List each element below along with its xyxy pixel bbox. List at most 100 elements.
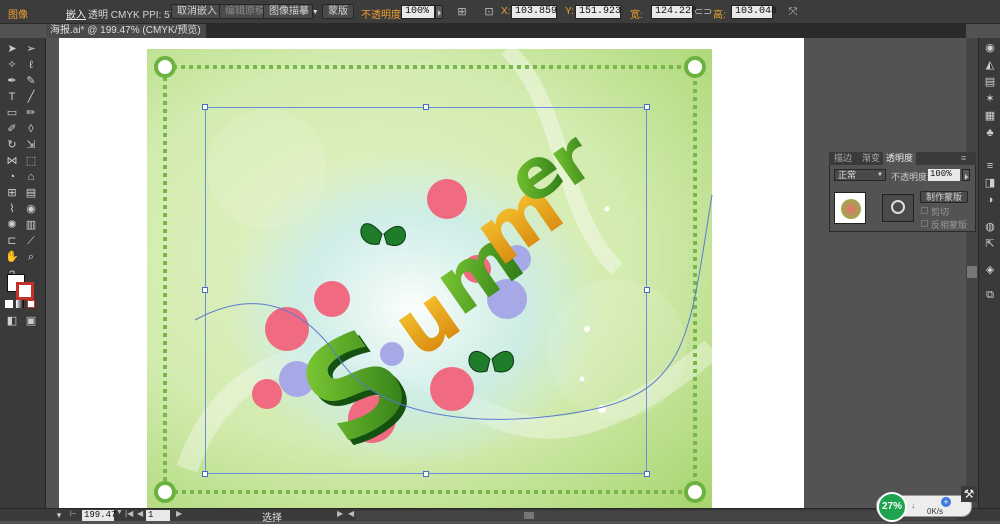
- selection-handle[interactable]: [423, 104, 429, 110]
- zoom-tool-icon[interactable]: ⌕: [24, 250, 38, 264]
- selection-handle[interactable]: [202, 471, 208, 477]
- tab-transparency[interactable]: 透明度: [883, 152, 917, 165]
- perspective-grid-icon[interactable]: ⌂: [24, 170, 38, 184]
- invert-mask-checkbox[interactable]: [921, 220, 928, 227]
- first-artboard-icon[interactable]: |◀: [125, 509, 133, 518]
- export-icon[interactable]: ⇱: [983, 237, 997, 251]
- blend-tool-icon[interactable]: ◉: [24, 202, 38, 216]
- free-transform-icon[interactable]: ⬚: [24, 154, 38, 168]
- none-swatch-icon[interactable]: [5, 300, 13, 308]
- transform-icon[interactable]: ⤧: [786, 5, 800, 19]
- wrench-icon[interactable]: ⚒: [961, 486, 977, 502]
- symbol-sprayer-icon[interactable]: ✺: [5, 218, 19, 232]
- document-tab[interactable]: 海报.ai* @ 199.47% (CMYK/预览): [46, 24, 206, 38]
- slice-tool-icon[interactable]: ⟋: [24, 234, 38, 248]
- chevron-left-icon[interactable]: ⊢: [70, 509, 77, 518]
- layers-icon[interactable]: ◈: [983, 263, 997, 277]
- artboards-icon[interactable]: ⧉: [983, 288, 997, 302]
- curvature-tool-icon[interactable]: ✎: [24, 74, 38, 88]
- screen-mode-icon[interactable]: ▣: [24, 314, 38, 328]
- make-mask-button[interactable]: 制作蒙版: [920, 191, 969, 203]
- style-icon[interactable]: ⊞: [455, 5, 469, 19]
- blend-mode-select[interactable]: 正常 ▼: [834, 169, 886, 181]
- panel-opacity-field[interactable]: 100%: [928, 169, 960, 181]
- hand-tool-icon[interactable]: ✋: [5, 250, 19, 264]
- gradient-swatch-icon[interactable]: [16, 300, 24, 308]
- rectangle-tool-icon[interactable]: ▭: [5, 106, 19, 120]
- height-field[interactable]: 103.048: [731, 5, 777, 19]
- x-field[interactable]: 103.859: [511, 5, 557, 19]
- swatches-icon[interactable]: ▦: [983, 109, 997, 123]
- scale-tool-icon[interactable]: ⇲: [24, 138, 38, 152]
- reference-point-icon[interactable]: ⊡: [482, 5, 496, 19]
- opacity-field[interactable]: 100%: [401, 5, 435, 19]
- layer-thumbnail[interactable]: [834, 192, 866, 224]
- image-trace-button[interactable]: 图像描摹 ▼: [263, 4, 319, 19]
- stroke-swatch[interactable]: [16, 282, 34, 300]
- artboard-tool-icon[interactable]: ⊏: [5, 234, 19, 248]
- graph-tool-icon[interactable]: ▥: [24, 218, 38, 232]
- selection-handle[interactable]: [644, 471, 650, 477]
- stroke-panel-icon[interactable]: ≡: [983, 159, 997, 173]
- magic-wand-icon[interactable]: ✧: [5, 58, 19, 72]
- y-field[interactable]: 151.923: [575, 5, 621, 19]
- color-swatch-icon[interactable]: [27, 300, 35, 308]
- previous-artboard-icon[interactable]: ◀: [137, 509, 143, 518]
- next-artboard-icon[interactable]: ▶: [176, 509, 182, 518]
- selection-handle[interactable]: [202, 104, 208, 110]
- horizontal-scrollbar[interactable]: [356, 511, 956, 520]
- opacity-arrow[interactable]: [435, 5, 443, 19]
- unembed-button[interactable]: 取消嵌入: [171, 4, 223, 19]
- color-panel-icon[interactable]: ◍: [983, 220, 997, 234]
- artboard-field[interactable]: 1: [146, 510, 170, 521]
- zoom-dropdown-icon[interactable]: ▼: [116, 509, 123, 516]
- draw-mode-icon[interactable]: ◧: [5, 314, 19, 328]
- scroll-thumb[interactable]: [967, 266, 977, 278]
- transparency-panel-icon[interactable]: ◑: [983, 193, 997, 207]
- selection-tool-icon[interactable]: ➤: [5, 42, 19, 56]
- appearance-icon[interactable]: ◉: [983, 41, 997, 55]
- gradient-tool-icon[interactable]: ▤: [24, 186, 38, 200]
- selection-handle[interactable]: [644, 104, 650, 110]
- path-curve[interactable]: [190, 190, 720, 430]
- status-menu-icon[interactable]: ▶: [337, 509, 343, 518]
- gradient-panel-icon[interactable]: ◨: [983, 176, 997, 190]
- pen-tool-icon[interactable]: ✒: [5, 74, 19, 88]
- panel-opacity-arrow[interactable]: [962, 169, 970, 181]
- pencil-icon[interactable]: ✐: [5, 122, 19, 136]
- paintbrush-icon[interactable]: ✏: [24, 106, 38, 120]
- scroll-thumb[interactable]: [524, 512, 534, 519]
- image-info: 透明 CMYK PPI: 579: [88, 10, 181, 21]
- color-guide-icon[interactable]: ▤: [983, 75, 997, 89]
- type-tool-icon[interactable]: T: [5, 90, 19, 104]
- lasso-icon[interactable]: ℓ: [24, 58, 38, 72]
- vertical-scrollbar[interactable]: [966, 38, 978, 508]
- eyedropper-icon[interactable]: ⌇: [5, 202, 19, 216]
- network-monitor[interactable]: 27% ↓ 0K/s +: [876, 492, 972, 522]
- zoom-field[interactable]: 199.47: [82, 510, 116, 521]
- tab-stroke[interactable]: 描边: [831, 152, 855, 165]
- shape-builder-icon[interactable]: ◔: [5, 170, 19, 184]
- symbols-icon[interactable]: ♣: [983, 126, 997, 140]
- width-field[interactable]: 124.228: [651, 5, 697, 19]
- plus-icon[interactable]: +: [941, 497, 951, 507]
- scroll-left-icon[interactable]: ◀: [348, 509, 354, 518]
- graphic-styles-icon[interactable]: ◭: [983, 58, 997, 72]
- clip-checkbox[interactable]: [921, 207, 928, 214]
- width-tool-icon[interactable]: ⋈: [5, 154, 19, 168]
- rotate-tool-icon[interactable]: ↻: [5, 138, 19, 152]
- brushes-icon[interactable]: ✶: [983, 92, 997, 106]
- mesh-tool-icon[interactable]: ⊞: [5, 186, 19, 200]
- embed-link[interactable]: 嵌入: [66, 6, 86, 21]
- mask-thumbnail[interactable]: [882, 194, 914, 222]
- mask-button[interactable]: 蒙版: [322, 4, 354, 19]
- line-tool-icon[interactable]: ╱: [24, 90, 38, 104]
- direct-selection-tool-icon[interactable]: ➢: [24, 42, 38, 56]
- eraser-icon[interactable]: ◊: [24, 122, 38, 136]
- tools-panel: ➤ ➢ ✧ ℓ ✒ ✎ T ╱ ▭ ✏ ✐ ◊ ↻ ⇲ ⋈ ⬚ ◔ ⌂ ⊞ ▤ …: [0, 38, 46, 508]
- link-icon[interactable]: ⊂⊃: [694, 5, 712, 19]
- selection-handle[interactable]: [423, 471, 429, 477]
- progress-circle: 27%: [877, 492, 907, 522]
- tab-gradient[interactable]: 渐变: [859, 152, 883, 165]
- panel-menu-icon[interactable]: ≡: [958, 152, 969, 165]
